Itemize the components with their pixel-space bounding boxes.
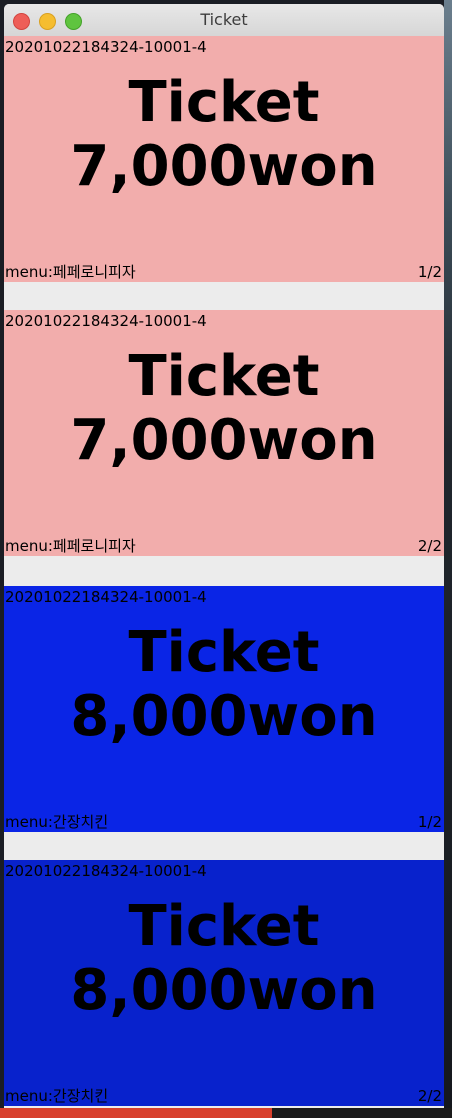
desktop-background: [444, 0, 452, 1118]
ticket-window: Ticket 20201022184324-10001-4 Ticket 7,0…: [4, 4, 444, 1108]
ticket-heading: Ticket: [128, 70, 320, 135]
menu-name: 페페로니피자: [52, 263, 136, 281]
menu-line: menu:간장치킨: [5, 1087, 108, 1105]
ticket-card: 20201022184324-10001-4 Ticket 8,000won m…: [4, 586, 444, 832]
page-indicator: 2/2: [417, 537, 442, 555]
menu-name: 간장치킨: [52, 1087, 109, 1105]
order-id: 20201022184324-10001-4: [5, 862, 207, 880]
menu-line: menu:페페로니피자: [5, 537, 136, 555]
page-indicator: 1/2: [417, 263, 442, 281]
ticket-price: 8,000won: [70, 684, 378, 749]
ticket-price: 7,000won: [70, 134, 378, 199]
menu-name: 간장치킨: [52, 813, 109, 831]
ticket-price: 8,000won: [70, 958, 378, 1023]
ticket-price: 7,000won: [70, 408, 378, 473]
dock-accent: [0, 1108, 272, 1118]
order-id: 20201022184324-10001-4: [5, 588, 207, 606]
page-indicator: 1/2: [417, 813, 442, 831]
menu-line: menu:간장치킨: [5, 813, 108, 831]
ticket-card: 20201022184324-10001-4 Ticket 8,000won m…: [4, 860, 444, 1106]
title-bar[interactable]: Ticket: [4, 4, 444, 37]
order-id: 20201022184324-10001-4: [5, 38, 207, 56]
order-id: 20201022184324-10001-4: [5, 312, 207, 330]
ticket-heading: Ticket: [128, 894, 320, 959]
menu-prefix: menu:: [5, 263, 53, 281]
page-indicator: 2/2: [417, 1087, 442, 1105]
ticket-card: 20201022184324-10001-4 Ticket 7,000won m…: [4, 310, 444, 556]
menu-line: menu:페페로니피자: [5, 263, 136, 281]
desktop-dock-strip: [0, 1108, 452, 1118]
menu-prefix: menu:: [5, 813, 53, 831]
menu-prefix: menu:: [5, 1087, 53, 1105]
menu-prefix: menu:: [5, 537, 53, 555]
ticket-heading: Ticket: [128, 344, 320, 409]
ticket-card: 20201022184324-10001-4 Ticket 7,000won m…: [4, 36, 444, 282]
menu-name: 페페로니피자: [52, 537, 136, 555]
window-title: Ticket: [200, 10, 248, 29]
ticket-heading: Ticket: [128, 620, 320, 685]
